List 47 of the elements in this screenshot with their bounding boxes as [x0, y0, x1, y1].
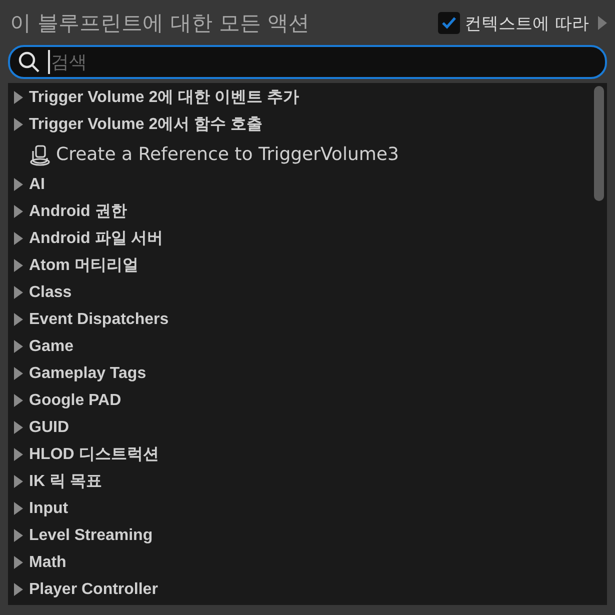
search-icon	[18, 51, 40, 73]
category-item[interactable]: Gameplay Tags	[29, 364, 146, 382]
expand-arrow-icon[interactable]	[14, 367, 23, 380]
category-item[interactable]: Atom 머티리얼	[29, 255, 138, 276]
expand-arrow-icon[interactable]	[598, 16, 607, 30]
expand-arrow-icon[interactable]	[14, 556, 23, 569]
expand-arrow-icon[interactable]	[14, 286, 23, 299]
search-field[interactable]: 검색	[8, 45, 607, 79]
search-input[interactable]: 검색	[48, 50, 597, 74]
context-label: 컨텍스트에 따라	[464, 12, 589, 34]
category-item[interactable]: Player Controller	[29, 580, 158, 598]
category-item[interactable]: Math	[29, 554, 66, 572]
category-item[interactable]: HLOD 디스트럭션	[29, 444, 159, 465]
category-item[interactable]: Trigger Volume 2에 대한 이벤트 추가	[29, 87, 299, 108]
category-item[interactable]: GUID	[29, 418, 69, 436]
expand-arrow-icon[interactable]	[14, 118, 23, 131]
expand-arrow-icon[interactable]	[14, 583, 23, 596]
category-item[interactable]: Android 파일 서버	[29, 228, 164, 249]
expand-arrow-icon[interactable]	[14, 91, 23, 104]
expand-arrow-icon[interactable]	[14, 448, 23, 461]
scrollbar-thumb[interactable]	[594, 86, 604, 201]
category-item[interactable]: Game	[29, 338, 74, 356]
expand-arrow-icon[interactable]	[14, 340, 23, 353]
category-item[interactable]: Input	[29, 500, 68, 518]
panel-title: 이 블루프린트에 대한 모든 액션	[9, 10, 310, 37]
expand-arrow-icon[interactable]	[14, 259, 23, 272]
expand-arrow-icon[interactable]	[14, 394, 23, 407]
category-item[interactable]: Class	[29, 284, 72, 302]
expand-arrow-icon[interactable]	[14, 475, 23, 488]
category-item[interactable]: AI	[29, 176, 45, 194]
expand-arrow-icon[interactable]	[14, 313, 23, 326]
expand-arrow-icon[interactable]	[14, 529, 23, 542]
action-item[interactable]: Create a Reference to TriggerVolume3	[56, 144, 399, 165]
check-icon	[440, 16, 457, 30]
expand-arrow-icon[interactable]	[14, 205, 23, 218]
expand-arrow-icon[interactable]	[14, 232, 23, 245]
category-item[interactable]: Event Dispatchers	[29, 310, 169, 328]
category-item[interactable]: Google PAD	[29, 392, 122, 410]
category-item[interactable]: IK 릭 목표	[29, 471, 102, 492]
context-checkbox[interactable]	[438, 12, 460, 34]
category-item[interactable]: Level Streaming	[29, 526, 153, 544]
category-item[interactable]: Android 권한	[29, 201, 127, 222]
expand-arrow-icon[interactable]	[14, 421, 23, 434]
expand-arrow-icon[interactable]	[14, 502, 23, 515]
actor-icon	[28, 142, 52, 166]
category-item[interactable]: Trigger Volume 2에서 함수 호출	[29, 114, 263, 135]
expand-arrow-icon[interactable]	[14, 178, 23, 191]
